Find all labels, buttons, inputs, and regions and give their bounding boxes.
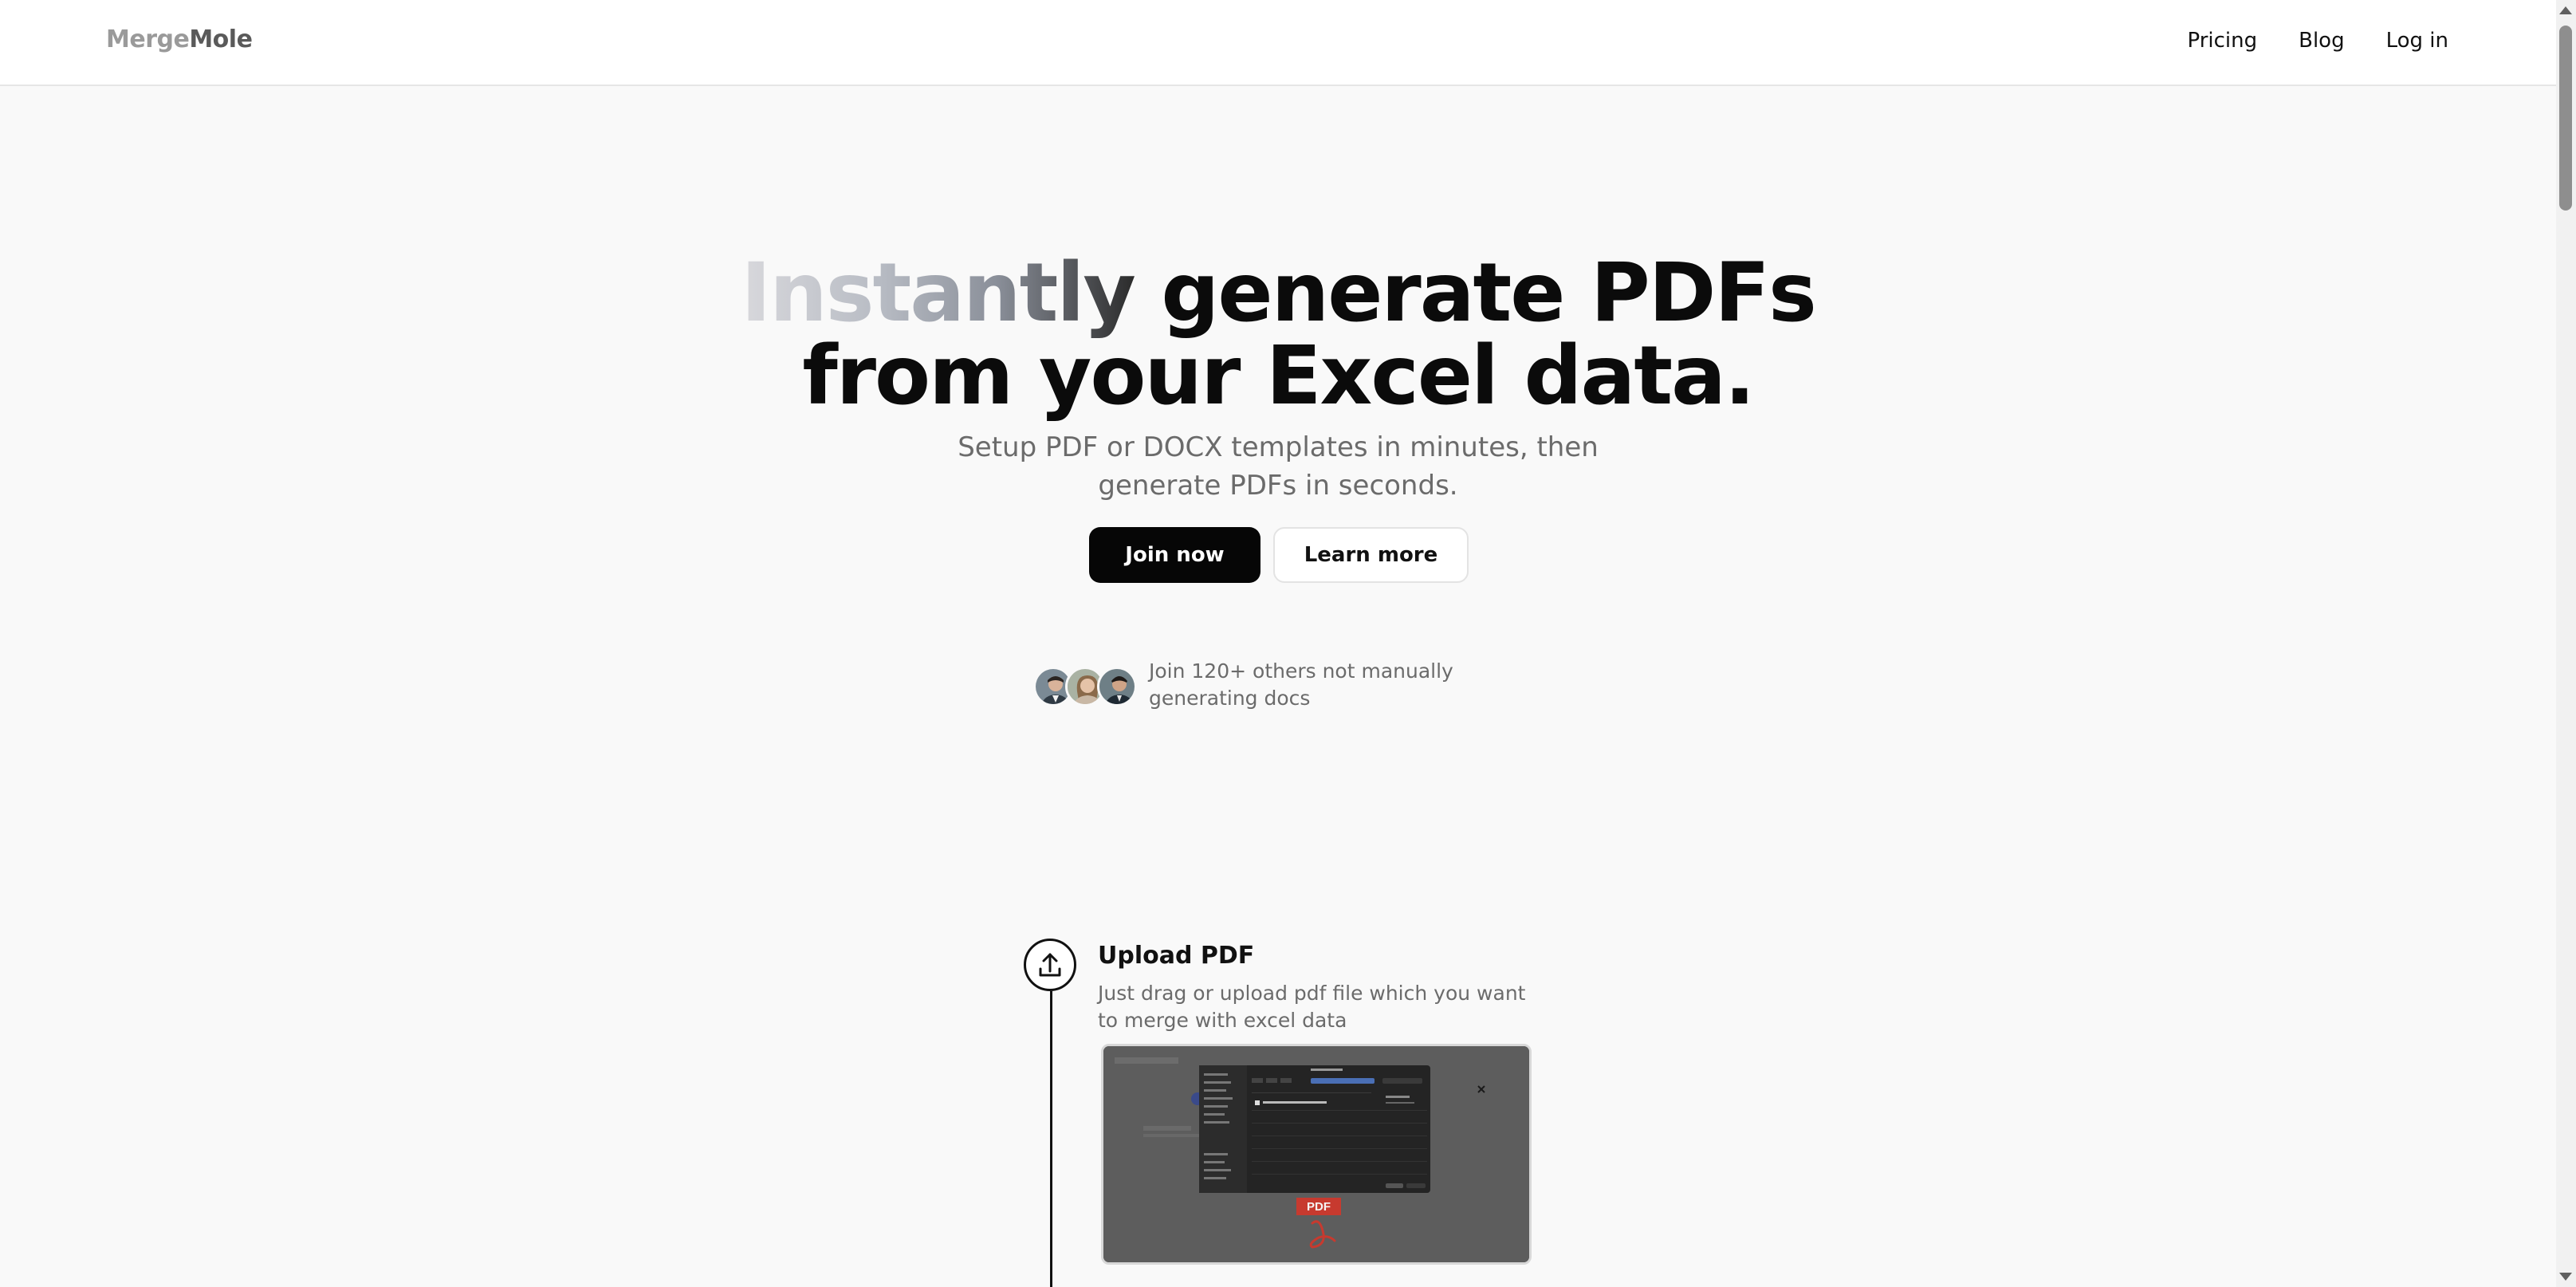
hero-title: Instantly generate PDFs from your Excel … [0,252,2556,418]
hero-title-faded-word: Instantly [741,246,1136,340]
step-description: Just drag or upload pdf file which you w… [1098,982,1526,1032]
scroll-up-arrow-icon[interactable] [2559,6,2572,14]
hero-title-line-2: from your Excel data. [802,329,1755,423]
main-nav: Pricing Blog Log in [2145,29,2448,53]
site-header: MergeMole Pricing Blog Log in [0,0,2556,86]
logo-part-merge: Merge [106,26,190,53]
pdf-badge-text: PDF [1307,1200,1331,1214]
social-proof-text: Join 120+ others not manually generating… [1149,659,1453,710]
logo[interactable]: MergeMole [106,26,253,53]
nav-blog-link[interactable]: Blog [2299,29,2344,53]
join-now-button[interactable]: Join now [1089,527,1260,583]
upload-preview-image: PDF [1101,1044,1532,1265]
page: MergeMole Pricing Blog Log in Instantly … [0,0,2576,1287]
step-timeline-line [1050,991,1052,1287]
upload-icon [1024,939,1076,991]
hero-subtitle: Setup PDF or DOCX templates in minutes, … [958,431,1599,502]
scroll-down-arrow-icon[interactable] [2559,1273,2572,1281]
hero-title-line-1-rest: generate PDFs [1134,246,1816,340]
nav-login-link[interactable]: Log in [2386,29,2448,53]
nav-pricing-link[interactable]: Pricing [2187,29,2257,53]
scrollbar-thumb[interactable] [2559,26,2572,211]
hero-title-line-1: Instantly generate PDFs [0,252,2556,335]
logo-part-mole: Mole [189,26,253,53]
learn-more-button[interactable]: Learn more [1273,527,1469,583]
step-title: Upload PDF [1098,942,1255,970]
avatar [1097,667,1137,706]
